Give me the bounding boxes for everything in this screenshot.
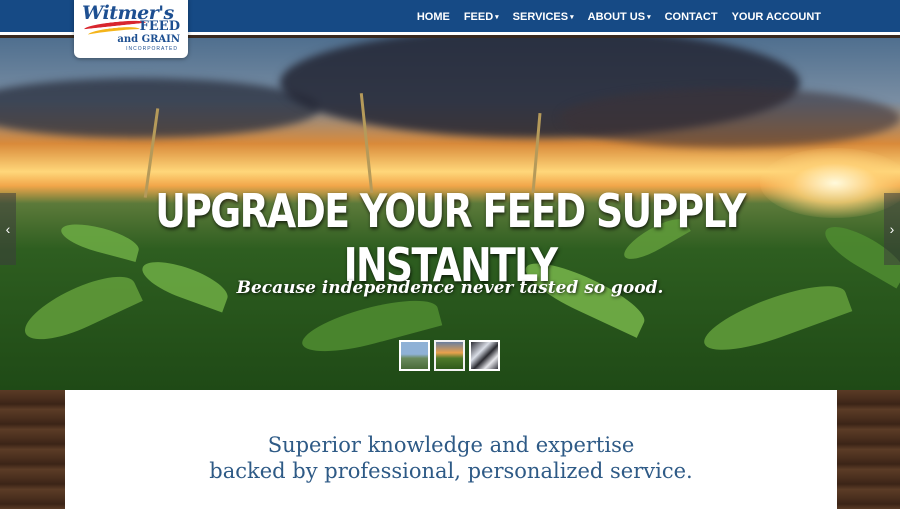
nav-about-us-label: ABOUT US — [587, 11, 646, 23]
intro-panel: Superior knowledge and expertise backed … — [65, 390, 837, 509]
nav-services[interactable]: SERVICES ▾ — [506, 0, 581, 35]
nav-contact-label: CONTACT — [664, 11, 718, 23]
nav-contact[interactable]: CONTACT — [658, 0, 725, 35]
hero-slider: UPGRADE YOUR FEED SUPPLY INSTANTLY Becau… — [0, 38, 900, 390]
chevron-right-icon: › — [889, 221, 895, 237]
main-nav: HOME FEED ▾ SERVICES ▾ ABOUT US ▾ CONTACT Y… — [410, 0, 828, 35]
slider-next-button[interactable]: › — [884, 193, 900, 265]
chevron-down-icon: ▾ — [570, 14, 574, 21]
slide-thumb-2[interactable] — [434, 340, 465, 371]
logo-incorporated-text: INCORPORATED — [126, 46, 178, 52]
chevron-down-icon: ▾ — [495, 14, 499, 21]
nav-feed[interactable]: FEED ▾ — [457, 0, 506, 35]
hero-title: UPGRADE YOUR FEED SUPPLY INSTANTLY — [155, 184, 746, 292]
slide-thumb-1[interactable] — [399, 340, 430, 371]
site-logo[interactable]: Witmer's FEED and GRAIN INCORPORATED — [74, 0, 188, 58]
nav-home-label: HOME — [416, 11, 450, 23]
logo-grain-text: and GRAIN — [117, 34, 180, 45]
nav-home[interactable]: HOME — [410, 0, 457, 35]
hero-cloud — [0, 78, 320, 138]
hero-cloud — [560, 88, 900, 148]
chevron-down-icon: ▾ — [647, 14, 651, 21]
nav-about-us[interactable]: ABOUT US ▾ — [581, 0, 658, 35]
hero-subtitle: Because independence never tasted so goo… — [236, 278, 664, 298]
slider-thumbnails — [399, 340, 500, 371]
intro-tagline-line1: Superior knowledge and expertise — [267, 433, 635, 457]
nav-services-label: SERVICES — [512, 11, 569, 23]
slider-prev-button[interactable]: ‹ — [0, 193, 16, 265]
chevron-left-icon: ‹ — [5, 221, 11, 237]
logo-feed-text: FEED — [139, 19, 180, 34]
intro-tagline-line2: backed by professional, personalized ser… — [209, 459, 693, 483]
nav-your-account[interactable]: YOUR ACCOUNT — [725, 0, 828, 35]
nav-your-account-label: YOUR ACCOUNT — [731, 11, 821, 23]
nav-feed-label: FEED — [463, 11, 494, 23]
slide-thumb-3[interactable] — [469, 340, 500, 371]
